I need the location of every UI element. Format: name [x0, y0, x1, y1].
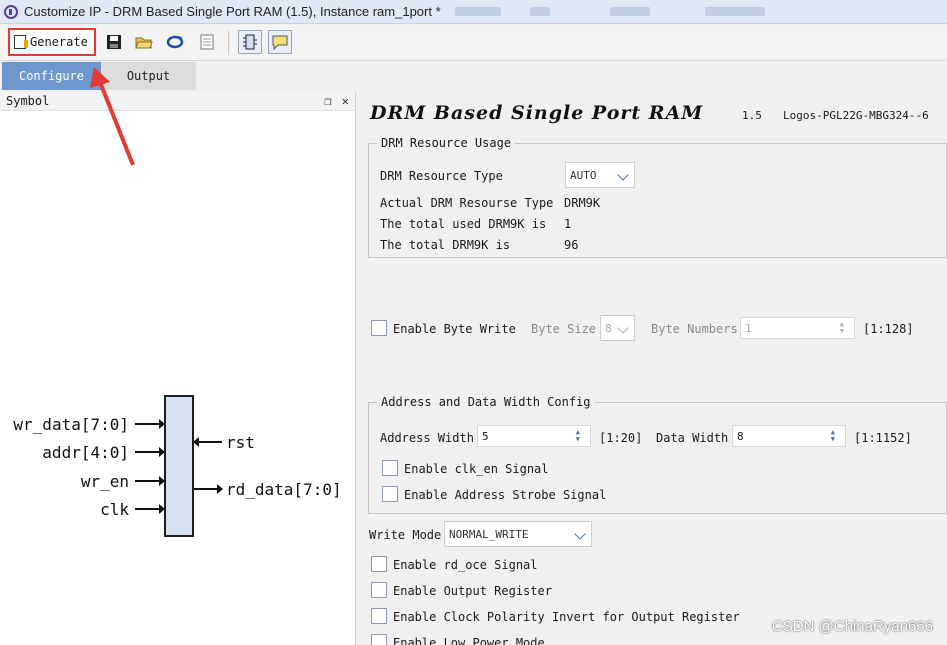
- enable-low-power-checkbox[interactable]: [371, 634, 387, 645]
- drm-type-select[interactable]: AUTO: [565, 162, 635, 188]
- ip-title: DRM Based Single Port RAM: [370, 102, 704, 124]
- window-titlebar: Customize IP - DRM Based Single Port RAM…: [0, 0, 947, 24]
- symbol-panel-title: Symbol: [6, 94, 50, 108]
- configure-panel: DRM Based Single Port RAM 1.5 Logos-PGL2…: [357, 92, 947, 645]
- pin-label: wr_data[7:0]: [13, 415, 129, 434]
- drm-type-value: AUTO: [570, 168, 597, 182]
- enable-low-power-label: Enable Low Power Mode: [393, 636, 545, 645]
- enable-clk-en-label: Enable clk_en Signal: [404, 462, 549, 476]
- group-title: Address and Data Width Config: [377, 395, 595, 409]
- byte-numbers-label: Byte Numbers: [651, 322, 738, 336]
- ip-symbol-block: [164, 395, 194, 537]
- enable-addr-strobe-label: Enable Address Strobe Signal: [404, 488, 607, 502]
- toolbar: Generate: [0, 25, 947, 61]
- toolbar-separator: [228, 31, 229, 55]
- data-width-value: 8: [737, 429, 744, 443]
- used-drm-value: 1: [564, 217, 572, 231]
- drm-resource-usage-group: DRM Resource Usage DRM Resource Type AUT…: [368, 136, 947, 258]
- byte-numbers-input[interactable]: 1 ▲ ▼: [740, 317, 855, 339]
- device-name: Logos-PGL22G-MBG324--6: [783, 109, 929, 122]
- ip-version: 1.5: [742, 109, 762, 122]
- app-logo-icon: [4, 4, 18, 19]
- used-drm-label: The total used DRM9K is: [380, 217, 547, 231]
- generate-button[interactable]: Generate: [8, 28, 96, 56]
- data-width-range: [1:1152]: [854, 431, 912, 445]
- chevron-down-icon: [617, 322, 629, 334]
- data-width-label: Data Width: [656, 431, 729, 445]
- byte-size-label: Byte Size: [531, 322, 597, 336]
- blurred-menu-item: [705, 7, 765, 16]
- pin-label: addr[4:0]: [42, 443, 129, 462]
- symbol-panel: Symbol ❐ ✕ wr_data[7:0] addr[4:0] wr_en …: [0, 92, 356, 645]
- open-folder-icon[interactable]: [135, 33, 153, 51]
- pin-label: wr_en: [80, 472, 129, 491]
- write-mode-value: NORMAL_WRITE: [449, 527, 529, 541]
- window-title: Customize IP - DRM Based Single Port RAM…: [24, 4, 441, 19]
- blurred-menu-item: [530, 7, 550, 16]
- blurred-menu-item: [610, 7, 650, 16]
- enable-byte-write-label: Enable Byte Write: [393, 322, 516, 336]
- generate-label: Generate: [30, 35, 88, 49]
- restore-icon[interactable]: ❐: [324, 94, 331, 108]
- tab-configure[interactable]: Configure: [2, 62, 101, 90]
- enable-clk-en-checkbox[interactable]: [382, 460, 398, 476]
- pin-label: clk: [100, 500, 129, 519]
- blurred-menu-item: [455, 7, 501, 16]
- chip-icon: [243, 34, 257, 50]
- byte-size-value: 8: [605, 321, 612, 335]
- address-width-label: Address Width: [380, 431, 474, 445]
- actual-drm-value: DRM9K: [564, 196, 601, 210]
- document-icon[interactable]: [198, 33, 216, 51]
- data-width-input[interactable]: 8 ▲ ▼: [732, 425, 846, 447]
- byte-size-select[interactable]: 8: [600, 315, 635, 341]
- pin-label: rst: [226, 433, 255, 452]
- save-icon[interactable]: [105, 33, 123, 51]
- drm-type-label: DRM Resource Type: [380, 169, 503, 183]
- tab-output[interactable]: Output: [101, 62, 196, 90]
- enable-output-register-label: Enable Output Register: [393, 584, 552, 598]
- pin-arrow: [194, 484, 223, 494]
- tab-bar: Configure Output: [0, 62, 947, 90]
- generate-icon: [14, 35, 28, 49]
- total-drm-value: 96: [564, 238, 579, 252]
- pin-arrow: [135, 447, 165, 457]
- symbol-panel-header: Symbol ❐ ✕: [0, 92, 355, 111]
- enable-rd-oce-label: Enable rd_oce Signal: [393, 558, 538, 572]
- enable-clock-polarity-label: Enable Clock Polarity Invert for Output …: [393, 610, 740, 624]
- enable-rd-oce-checkbox[interactable]: [371, 556, 387, 572]
- byte-numbers-range: [1:128]: [863, 322, 914, 336]
- spinner-arrows-icon: ▲ ▼: [575, 428, 580, 443]
- group-title: DRM Resource Usage: [377, 136, 516, 150]
- total-drm-label: The total DRM9K is: [380, 238, 511, 252]
- enable-clock-polarity-checkbox[interactable]: [371, 608, 387, 624]
- symbol-view-toggle[interactable]: [238, 30, 262, 54]
- enable-addr-strobe-checkbox[interactable]: [382, 486, 398, 502]
- pin-arrow: [135, 476, 165, 486]
- pin-label: rd_data[7:0]: [226, 480, 342, 499]
- watermark: CSDN @ChinaRyan666: [771, 618, 933, 635]
- chevron-down-icon: [574, 528, 586, 540]
- pin-arrow: [135, 419, 165, 429]
- enable-byte-write-checkbox[interactable]: [371, 320, 387, 336]
- address-width-input[interactable]: 5 ▲ ▼: [477, 425, 591, 447]
- spinner-arrows-icon: ▲ ▼: [830, 428, 835, 443]
- actual-drm-label: Actual DRM Resourse Type: [380, 196, 554, 210]
- address-width-value: 5: [482, 429, 489, 443]
- write-mode-label: Write Mode: [369, 528, 442, 542]
- addr-data-width-group: Address and Data Width Config Address Wi…: [368, 395, 947, 514]
- pin-arrow: [135, 504, 165, 514]
- message-toggle[interactable]: [268, 30, 292, 54]
- refresh-icon[interactable]: [166, 33, 184, 51]
- enable-output-register-checkbox[interactable]: [371, 582, 387, 598]
- pin-arrow: [193, 437, 222, 447]
- speech-bubble-icon: [272, 35, 288, 50]
- address-width-range: [1:20]: [599, 431, 643, 445]
- spinner-arrows-icon: ▲ ▼: [839, 320, 844, 335]
- write-mode-select[interactable]: NORMAL_WRITE: [444, 521, 592, 547]
- byte-numbers-value: 1: [745, 321, 752, 335]
- close-icon[interactable]: ✕: [342, 94, 349, 108]
- chevron-down-icon: [617, 169, 629, 181]
